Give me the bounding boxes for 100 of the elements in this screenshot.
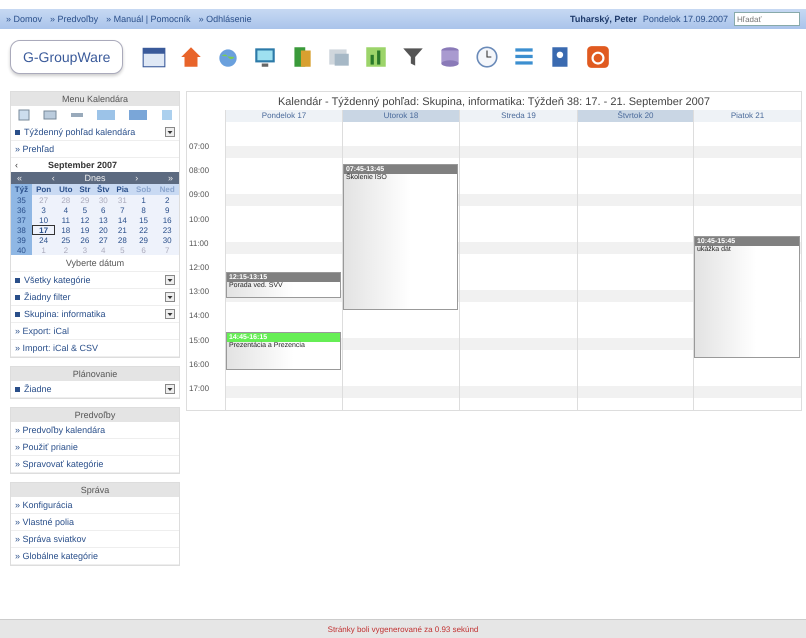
calendar-day[interactable]: 24: [32, 235, 56, 245]
weekday-header: Sob: [132, 184, 156, 195]
calendar-day[interactable]: 20: [94, 225, 113, 235]
status-text: Stránky boli vygenerované za 0.93 sekúnd: [328, 624, 478, 634]
sidebar-link[interactable]: » Export: iCal: [11, 323, 179, 340]
week-view-icon[interactable]: [43, 109, 58, 121]
calendar-day[interactable]: 10: [32, 215, 56, 225]
day-header[interactable]: Streda 19: [460, 110, 577, 122]
calendar-day[interactable]: 17: [32, 225, 56, 235]
time-label: 15:00: [188, 336, 210, 346]
time-label: 09:00: [188, 190, 210, 202]
filter-select[interactable]: Skupina: informatika: [11, 306, 179, 323]
calendar-day[interactable]: 30: [155, 235, 179, 245]
time-label: 16:00: [188, 360, 210, 371]
calendar-day[interactable]: 26: [76, 235, 94, 245]
nav-link[interactable]: » Predvoľby: [50, 14, 98, 24]
calendar-day[interactable]: 27: [94, 235, 113, 245]
weekday-header: Str: [76, 184, 94, 195]
user-name: Tuharský, Peter: [570, 14, 637, 24]
day-header[interactable]: Štvrtok 20: [578, 110, 693, 122]
clock-icon[interactable]: [474, 44, 500, 70]
nav-link[interactable]: » Manuál | Pomocník: [106, 14, 191, 24]
calendar-day[interactable]: 12: [76, 215, 94, 225]
select-value: Žiadne: [24, 384, 53, 394]
calendar-day[interactable]: 14: [113, 215, 132, 225]
sidebar-link[interactable]: » Vlastné polia: [11, 514, 179, 531]
weekday-header: Ned: [155, 184, 179, 195]
calendar-day[interactable]: 16: [155, 215, 179, 225]
calendar-day[interactable]: 18: [55, 225, 76, 235]
nav-link[interactable]: » Odhlásenie: [198, 14, 252, 24]
sidebar-link[interactable]: » Konfigurácia: [11, 497, 179, 514]
filter-select[interactable]: Žiadny filter: [11, 289, 179, 306]
time-label: 11:00: [188, 238, 210, 250]
calendar-day[interactable]: 9: [155, 205, 179, 215]
day-header[interactable]: Utorok 18: [343, 110, 459, 122]
month-nav-link[interactable]: »: [168, 173, 173, 183]
search-field[interactable]: Hľadať: [734, 12, 800, 26]
weekday-header: Týž: [11, 184, 32, 195]
calendar-day[interactable]: 7: [113, 205, 132, 215]
day-header[interactable]: Piatok 21: [694, 110, 801, 122]
time-label: 12:00: [188, 262, 210, 274]
week-number[interactable]: 36: [11, 205, 32, 215]
panel-title: Správa: [11, 483, 179, 497]
panel-title: Menu Kalendára: [11, 92, 179, 106]
week-number[interactable]: 40: [11, 245, 32, 255]
month-nav-link[interactable]: «: [17, 173, 22, 183]
nav-link[interactable]: » Domov: [6, 14, 42, 24]
calendar-day[interactable]: 11: [55, 215, 76, 225]
calendar-day[interactable]: 6: [94, 205, 113, 215]
overview-link[interactable]: » Prehľad: [11, 141, 179, 158]
logo[interactable]: G-GroupWare: [10, 40, 124, 74]
week-number[interactable]: 38: [11, 225, 32, 235]
sidebar-link[interactable]: » Správa sviatkov: [11, 531, 179, 548]
bullet-icon: [15, 294, 20, 300]
calendar-day[interactable]: 28: [113, 235, 132, 245]
month-nav-link[interactable]: ‹: [52, 173, 55, 183]
power-icon[interactable]: [585, 44, 612, 70]
day-view-icon[interactable]: [17, 109, 32, 121]
calendar-day[interactable]: 19: [76, 225, 94, 235]
calendar-day[interactable]: 23: [155, 225, 179, 235]
weekday-header: Pia: [113, 184, 132, 195]
sidebar-link[interactable]: » Spravovať kategórie: [11, 456, 179, 473]
sidebar-link[interactable]: » Import: iCal & CSV: [11, 340, 179, 357]
day-header[interactable]: Pondelok 17: [226, 110, 342, 122]
calendar-day[interactable]: 15: [132, 215, 156, 225]
calendar-day[interactable]: 2: [155, 195, 179, 205]
calendar-day[interactable]: 22: [132, 225, 156, 235]
panel-title: Predvoľby: [11, 408, 179, 422]
week-number[interactable]: 39: [11, 235, 32, 245]
month-nav-link[interactable]: Dnes: [84, 173, 106, 183]
bullet-icon: [15, 386, 20, 392]
sidebar-link[interactable]: » Použiť prianie: [11, 439, 179, 456]
calendar-day[interactable]: 21: [113, 225, 132, 235]
week-number[interactable]: 35: [11, 195, 32, 205]
time-label: 14:00: [188, 311, 210, 322]
planner-icon[interactable]: [128, 109, 148, 121]
current-date: Pondelok 17.09.2007: [642, 14, 728, 24]
calendar-day[interactable]: 25: [55, 235, 76, 245]
select-value: Skupina: informatika: [24, 309, 107, 319]
filter-select[interactable]: Všetky kategórie: [11, 272, 179, 289]
weekday-header: Pon: [32, 184, 56, 195]
calendar-day[interactable]: 1: [132, 195, 156, 205]
year-view-icon[interactable]: [96, 109, 116, 121]
week-number[interactable]: 37: [11, 215, 32, 225]
bullet-icon: [15, 312, 20, 316]
calendar-day[interactable]: 29: [132, 235, 156, 245]
calendar-day[interactable]: 13: [94, 215, 113, 225]
sidebar-link[interactable]: » Globálne kategórie: [11, 548, 179, 565]
calendar-day[interactable]: 8: [132, 205, 156, 215]
calendar-day[interactable]: 3: [32, 205, 56, 215]
calendar-day[interactable]: 5: [76, 205, 94, 215]
previous-year-link[interactable]: ‹: [15, 160, 18, 170]
month-title: September 2007: [48, 160, 118, 170]
bullet-icon: [15, 130, 20, 134]
planner-select[interactable]: Žiadne: [11, 381, 179, 398]
view-select[interactable]: Týždenný pohľad kalendára: [11, 124, 179, 141]
select-value: Všetky kategórie: [24, 275, 92, 285]
month-nav-link[interactable]: ›: [135, 173, 138, 183]
calendar-day[interactable]: 4: [55, 205, 76, 215]
sidebar-link[interactable]: » Predvoľby kalendára: [11, 422, 179, 439]
